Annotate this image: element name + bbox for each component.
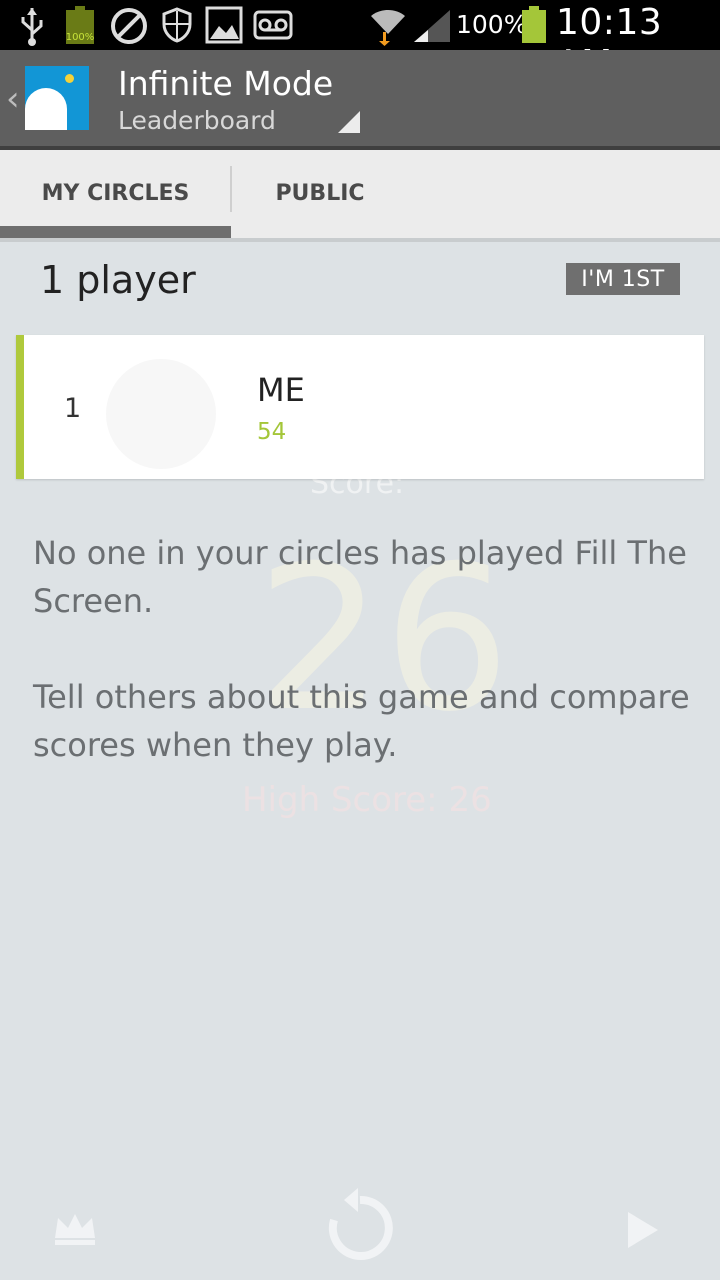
tab-public[interactable]: PUBLIC	[232, 150, 408, 236]
image-icon	[205, 6, 243, 44]
row-accent-bar	[16, 335, 24, 479]
tab-bar-underline	[0, 238, 720, 242]
crown-icon[interactable]	[52, 1210, 98, 1246]
tab-bar: MY CIRCLES PUBLIC	[0, 150, 720, 242]
shield-icon	[162, 7, 192, 43]
status-bar: 100% 100% 10:13 AM	[0, 0, 720, 84]
rank-badge[interactable]: I'M 1ST	[566, 263, 680, 295]
row-rank: 1	[64, 393, 82, 424]
battery-icon: 100%	[66, 6, 94, 44]
leaderboard-row[interactable]: 1 ME 54	[16, 335, 704, 479]
page-title[interactable]: Infinite Mode	[118, 64, 333, 103]
usb-icon	[21, 8, 43, 46]
tab-my-circles[interactable]: MY CIRCLES	[0, 150, 231, 236]
page-subtitle[interactable]: Leaderboard	[118, 106, 276, 135]
app-icon[interactable]	[25, 66, 89, 130]
row-player-name: ME	[257, 371, 305, 409]
signal-icon	[414, 10, 450, 42]
back-chevron-icon[interactable]: ‹	[6, 82, 20, 116]
action-bar	[0, 50, 720, 146]
voicemail-icon	[253, 10, 293, 40]
battery-small-percent: 100%	[65, 32, 95, 43]
play-icon[interactable]	[628, 1212, 658, 1248]
player-count: 1 player	[40, 258, 196, 302]
empty-circles-message: No one in your circles has played Fill T…	[33, 534, 687, 620]
invite-message: Tell others about this game and compare …	[33, 678, 690, 764]
row-player-score: 54	[257, 419, 287, 445]
wifi-icon	[371, 10, 405, 46]
battery-icon	[522, 6, 546, 43]
game-high-score: High Score: 26	[242, 780, 492, 820]
battery-percent: 100%	[456, 10, 528, 39]
avatar	[106, 359, 216, 469]
dropdown-spinner-icon[interactable]	[338, 111, 360, 133]
block-icon	[111, 8, 147, 44]
replay-icon[interactable]	[322, 1186, 398, 1266]
